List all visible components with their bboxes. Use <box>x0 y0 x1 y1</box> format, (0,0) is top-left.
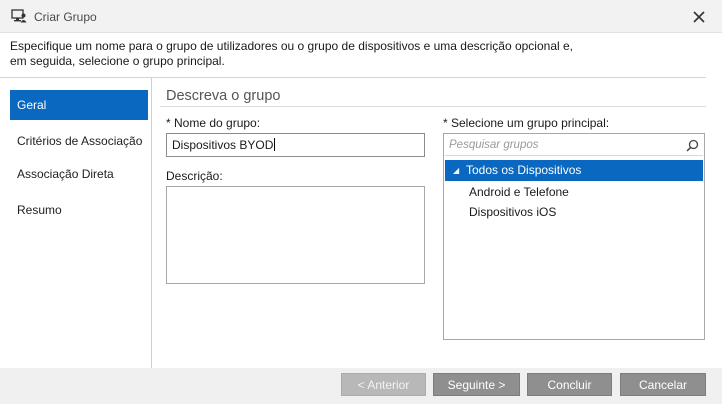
intro-text: Especifique um nome para o grupo de util… <box>10 39 710 69</box>
tree-item-label: Android e Telefone <box>469 185 569 199</box>
nav-item-geral[interactable]: Geral <box>10 90 148 120</box>
finish-button[interactable]: Concluir <box>527 373 612 396</box>
triangle-expanded-icon[interactable]: ◢ <box>453 160 459 181</box>
section-title: Descreva o grupo <box>166 88 281 104</box>
text-caret <box>274 138 276 151</box>
back-button[interactable]: < Anterior <box>341 373 426 396</box>
cancel-button[interactable]: Cancelar <box>620 373 706 396</box>
search-placeholder: Pesquisar grupos <box>449 139 539 151</box>
tree-item-todos-dispositivos[interactable]: ◢ Todos os Dispositivos <box>445 160 703 181</box>
description-label: Descrição: <box>166 169 223 183</box>
nav-item-associacao-direta[interactable]: Associação Direta <box>10 159 148 189</box>
next-button[interactable]: Seguinte > <box>433 373 520 396</box>
tree-item-dispositivos-ios[interactable]: Dispositivos iOS <box>445 202 703 223</box>
tree-item-android-telefone[interactable]: Android e Telefone <box>445 182 703 203</box>
intro-line-1: Especifique um nome para o grupo de util… <box>10 39 574 53</box>
section-divider <box>160 106 706 107</box>
group-name-label: * Nome do grupo: <box>166 116 261 130</box>
group-name-input[interactable]: Dispositivos BYOD <box>166 133 425 157</box>
title-bar: Criar Grupo <box>0 0 722 33</box>
nav-item-criterios-associacao[interactable]: Critérios de Associação <box>10 126 148 156</box>
close-icon[interactable] <box>688 6 710 28</box>
group-name-value: Dispositivos BYOD <box>172 138 274 152</box>
group-search-input[interactable]: Pesquisar grupos <box>445 135 703 156</box>
tree-item-label: Todos os Dispositivos <box>466 163 582 177</box>
intro-line-2: em seguida, selecione o grupo principal. <box>10 54 225 68</box>
wizard-nav: Geral Critérios de Associação Associação… <box>0 78 152 368</box>
window-title: Criar Grupo <box>34 10 97 24</box>
users-computer-icon <box>11 9 27 23</box>
parent-group-label: * Selecione um grupo principal: <box>443 116 610 130</box>
tree-item-label: Dispositivos iOS <box>469 205 557 219</box>
search-icon[interactable] <box>686 139 699 152</box>
nav-item-resumo[interactable]: Resumo <box>10 195 148 225</box>
description-textarea[interactable] <box>166 186 425 284</box>
parent-group-tree: Pesquisar grupos ◢ Todos os Dispositivos… <box>443 133 705 340</box>
